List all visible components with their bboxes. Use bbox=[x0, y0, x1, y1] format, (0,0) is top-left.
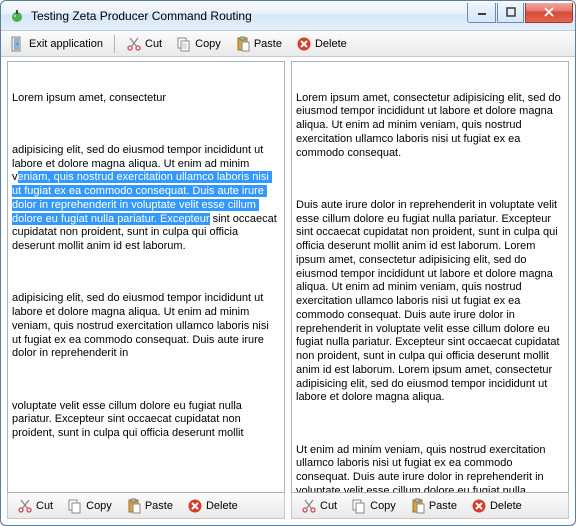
right-pane: Lorem ipsum amet, consectetur adipisicin… bbox=[291, 61, 569, 519]
content-area: Lorem ipsum amet, consectetur adipisicin… bbox=[1, 57, 575, 521]
window-title: Testing Zeta Producer Command Routing bbox=[31, 9, 467, 23]
paste-button[interactable]: Paste bbox=[405, 495, 462, 517]
paste-button[interactable]: Paste bbox=[121, 495, 178, 517]
exit-label: Exit application bbox=[29, 38, 103, 50]
copy-label: Copy bbox=[370, 500, 396, 512]
cut-label: Cut bbox=[145, 38, 162, 50]
right-editor[interactable]: Lorem ipsum amet, consectetur adipisicin… bbox=[291, 61, 569, 493]
editor-text: Duis aute irure dolor in reprehenderit i… bbox=[296, 199, 564, 405]
delete-button[interactable]: Delete bbox=[182, 495, 243, 517]
left-pane: Lorem ipsum amet, consectetur adipisicin… bbox=[7, 61, 285, 519]
editor-text: Lorem ipsum amet, consectetur bbox=[12, 92, 280, 106]
main-toolbar: Exit application Cut Copy Paste Delete bbox=[1, 31, 575, 57]
paste-icon bbox=[410, 498, 426, 514]
window-controls bbox=[467, 3, 573, 23]
paste-label: Paste bbox=[254, 38, 282, 50]
copy-button[interactable]: Copy bbox=[346, 495, 401, 517]
editor-text: Ut enim ad minim veniam, quis nostrud ex… bbox=[296, 444, 564, 494]
cut-label: Cut bbox=[320, 500, 337, 512]
cut-button[interactable]: Cut bbox=[12, 495, 58, 517]
scissors-icon bbox=[17, 498, 33, 514]
paste-icon bbox=[126, 498, 142, 514]
exit-button[interactable]: Exit application bbox=[5, 33, 108, 55]
right-pane-toolbar: Cut Copy Paste Delete bbox=[291, 493, 569, 519]
delete-icon bbox=[471, 498, 487, 514]
delete-label: Delete bbox=[490, 500, 522, 512]
toolbar-separator bbox=[114, 35, 115, 53]
app-window: Testing Zeta Producer Command Routing Ex… bbox=[0, 0, 576, 526]
copy-button[interactable]: Copy bbox=[171, 33, 226, 55]
delete-label: Delete bbox=[206, 500, 238, 512]
copy-icon bbox=[351, 498, 367, 514]
close-button[interactable] bbox=[525, 3, 573, 23]
copy-label: Copy bbox=[86, 500, 112, 512]
left-pane-toolbar: Cut Copy Paste Delete bbox=[7, 493, 285, 519]
cut-label: Cut bbox=[36, 500, 53, 512]
copy-button[interactable]: Copy bbox=[62, 495, 117, 517]
cut-button[interactable]: Cut bbox=[121, 33, 167, 55]
minimize-button[interactable] bbox=[467, 3, 496, 23]
maximize-button[interactable] bbox=[497, 3, 524, 23]
cut-button[interactable]: Cut bbox=[296, 495, 342, 517]
scissors-icon bbox=[126, 36, 142, 52]
delete-button[interactable]: Delete bbox=[291, 33, 352, 55]
copy-label: Copy bbox=[195, 38, 221, 50]
paste-label: Paste bbox=[145, 500, 173, 512]
editor-text: Lorem ipsum amet, consectetur adipisicin… bbox=[296, 92, 564, 161]
editor-text: adipisicing elit, sed do eiusmod tempor … bbox=[12, 292, 280, 361]
door-icon bbox=[10, 36, 26, 52]
delete-label: Delete bbox=[315, 38, 347, 50]
copy-icon bbox=[67, 498, 83, 514]
copy-icon bbox=[176, 36, 192, 52]
paste-button[interactable]: Paste bbox=[230, 33, 287, 55]
app-icon bbox=[9, 8, 25, 24]
delete-button[interactable]: Delete bbox=[466, 495, 527, 517]
scissors-icon bbox=[301, 498, 317, 514]
titlebar[interactable]: Testing Zeta Producer Command Routing bbox=[1, 1, 575, 31]
delete-icon bbox=[296, 36, 312, 52]
paste-label: Paste bbox=[429, 500, 457, 512]
paste-icon bbox=[235, 36, 251, 52]
editor-text: voluptate velit esse cillum dolore eu fu… bbox=[12, 400, 280, 441]
left-editor[interactable]: Lorem ipsum amet, consectetur adipisicin… bbox=[7, 61, 285, 493]
delete-icon bbox=[187, 498, 203, 514]
editor-text: adipisicing elit, sed do eiusmod tempor … bbox=[12, 144, 280, 254]
